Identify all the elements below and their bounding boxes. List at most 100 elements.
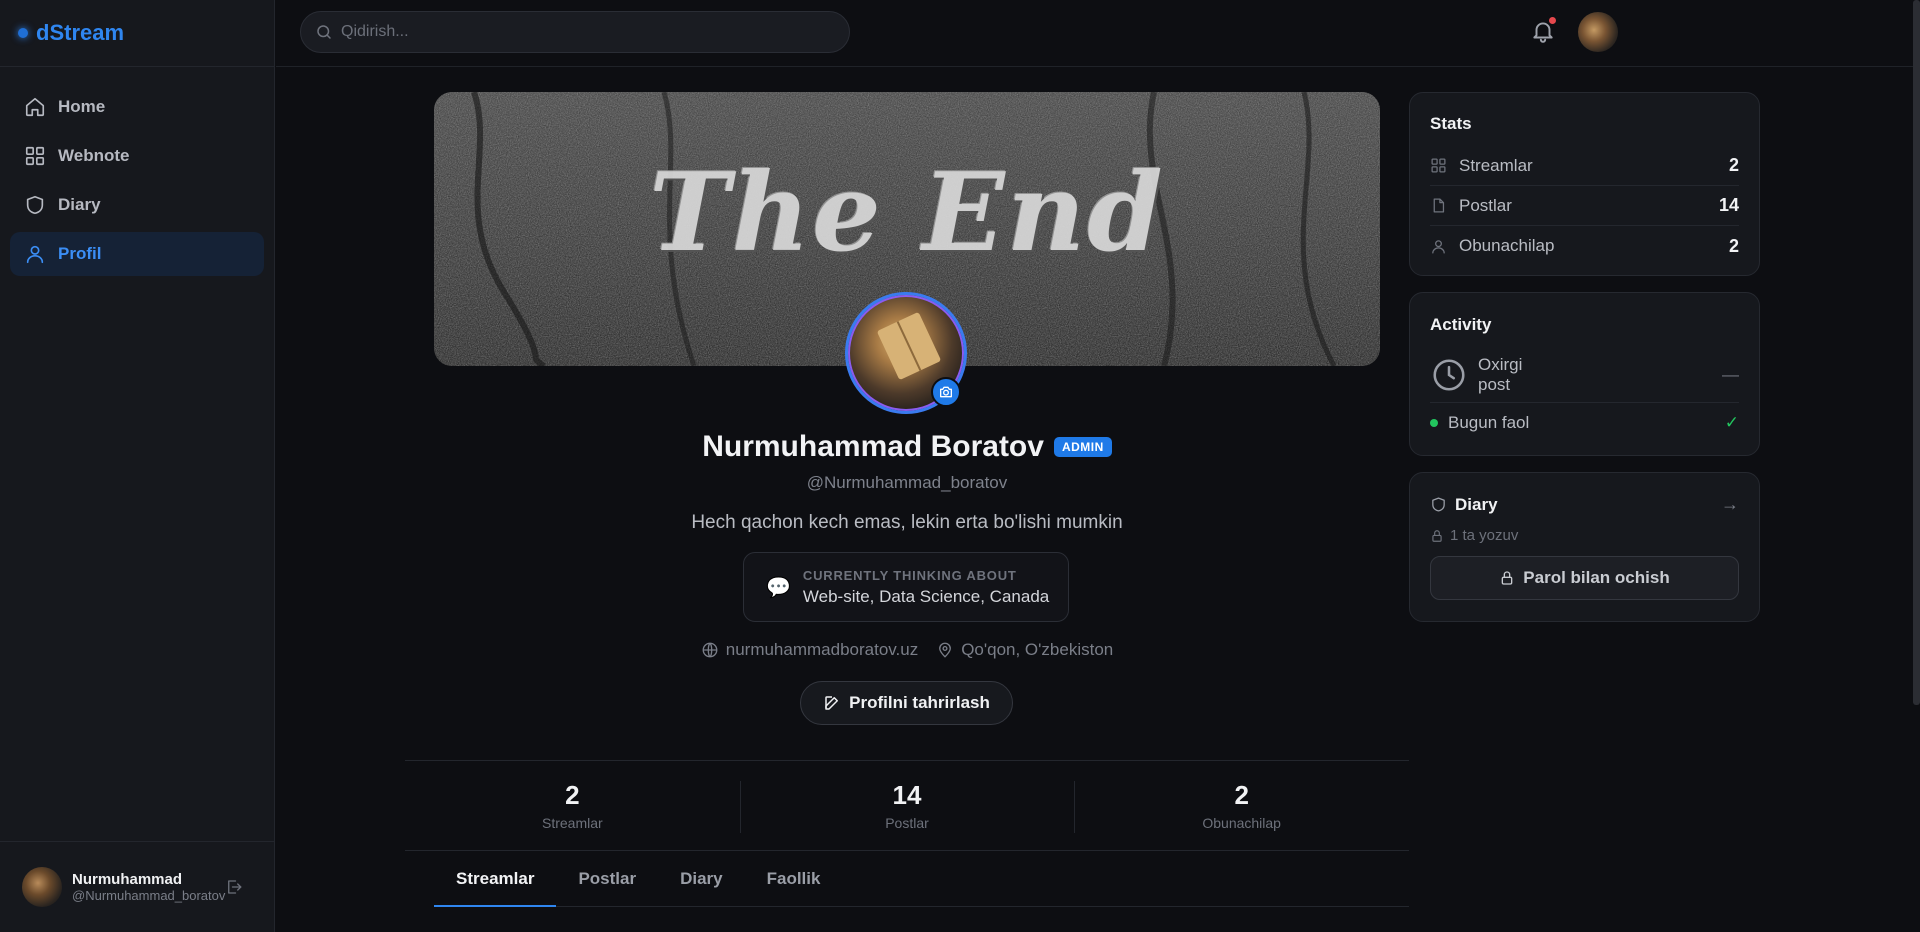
diary-header[interactable]: Diary → (1430, 494, 1739, 515)
profile-stats: 2 Streamlar 14 Postlar 2 Obunachilap (405, 760, 1409, 851)
thinking-label: CURRENTLY THINKING ABOUT (802, 567, 1017, 583)
lock-icon (1432, 529, 1442, 542)
profile-meta: nurmuhammadboratov.uz Qo'qon, O'zbekisto… (434, 640, 1380, 660)
sidebar-user-handle: @Nurmuhammad_boratov (72, 888, 226, 903)
tab-streamlar[interactable]: Streamlar (434, 851, 557, 907)
open-diary-label: Parol bilan ochish (1523, 568, 1670, 587)
edit-profile-label: Profilni tahrirlash (849, 693, 990, 712)
panel-title: Activity (1430, 315, 1492, 334)
map-pin-icon (939, 642, 952, 658)
check-icon: ✓ (1724, 413, 1739, 432)
user-icon (26, 245, 44, 264)
activity-label: Oxirgi post (1478, 354, 1523, 394)
stat-label: Postlar (885, 815, 929, 831)
website-text: nurmuhammadboratov.uz (725, 640, 919, 659)
grid-icon (25, 146, 45, 166)
profile-tabs: Streamlar Postlar Diary Faollik (434, 851, 1409, 907)
activity-value: — (1722, 364, 1739, 384)
logout-icon[interactable] (225, 878, 243, 896)
arrow-right-icon[interactable]: → (1721, 494, 1739, 515)
stat-postlar[interactable]: 14 Postlar (739, 761, 1075, 850)
globe-icon (702, 642, 718, 658)
clock-icon (1433, 358, 1465, 391)
scrollbar[interactable] (1913, 0, 1920, 705)
stat-label: Streamlar (541, 815, 603, 831)
activity-last-post: Oxirgi post — (1430, 347, 1739, 403)
avatar[interactable] (22, 867, 62, 907)
search-icon (317, 25, 331, 39)
change-avatar-button[interactable] (931, 377, 961, 407)
header-avatar[interactable] (1578, 12, 1618, 52)
avatar-book-image (876, 311, 942, 381)
profile-name-row: Nurmuhammad Boratov ADMIN (434, 430, 1380, 464)
sidebar-item-home[interactable]: Home (10, 85, 264, 129)
open-diary-button[interactable]: Parol bilan ochish (1430, 556, 1739, 600)
stats-label: Obunachilap (1459, 236, 1555, 255)
tab-postlar[interactable]: Postlar (556, 851, 658, 907)
speech-bubble-icon: 💬 (766, 576, 791, 599)
sidebar-nav: Home Webnote Diary Profil (0, 67, 274, 299)
stat-streamlar[interactable]: 2 Streamlar (405, 761, 740, 850)
activity-label: Bugun faol (1448, 413, 1530, 432)
file-icon (1433, 198, 1445, 213)
stat-value: 14 (892, 780, 922, 810)
stat-obunachilap[interactable]: 2 Obunachilap (1074, 761, 1409, 850)
stats-value: 2 (1728, 235, 1739, 256)
shield-icon (1432, 497, 1445, 512)
admin-badge: ADMIN (1053, 437, 1112, 457)
home-icon (25, 97, 45, 117)
camera-icon (940, 386, 952, 398)
stats-label: Postlar (1459, 195, 1512, 215)
activity-panel: Activity Oxirgi post — Bugun faol ✓ (1409, 292, 1760, 456)
tab-faollik[interactable]: Faollik (745, 851, 843, 907)
tab-diary[interactable]: Diary (658, 851, 745, 907)
brand-name: dStream (36, 20, 125, 45)
shield-icon (26, 195, 44, 215)
diary-count-text: 1 ta yozuv (1450, 527, 1519, 544)
sidebar-item-label: Webnote (58, 146, 130, 165)
grid-icon (1431, 158, 1446, 173)
stat-value: 2 (1234, 780, 1249, 810)
profile-handle: @Nurmuhammad_boratov (806, 473, 1008, 492)
stats-panel: Stats Streamlar 2 Postlar 14 Obunachilap… (1409, 92, 1760, 276)
search-input[interactable] (341, 23, 821, 41)
location-text: Qo'qon, O'zbekiston (961, 640, 1114, 659)
panel-title: Diary (1455, 494, 1498, 514)
profile-bio: Hech qachon kech emas, lekin erta bo'lis… (691, 512, 1123, 533)
sidebar-item-diary[interactable]: Diary (10, 183, 264, 227)
notification-dot (1549, 17, 1556, 24)
sidebar-item-webnote[interactable]: Webnote (10, 134, 264, 178)
location: Qo'qon, O'zbekiston (936, 640, 1113, 660)
cover-title: The End (649, 150, 1165, 276)
diary-panel: Diary → 1 ta yozuv Parol bilan ochish (1409, 472, 1760, 622)
brand[interactable]: dStream (0, 0, 274, 67)
website-link[interactable]: nurmuhammadboratov.uz (701, 640, 918, 660)
sidebar: dStream Home Webnote Diary Profil Nurmuh… (0, 0, 275, 932)
stat-value: 2 (565, 780, 580, 810)
sidebar-item-label: Profil (58, 244, 102, 263)
sidebar-user-info: Nurmuhammad @Nurmuhammad_boratov (72, 871, 225, 903)
thinking-card: 💬 CURRENTLY THINKING ABOUT Web-site, Dat… (743, 552, 1069, 622)
stats-row-obunachilap: Obunachilap 2 (1430, 226, 1739, 266)
search-bar (300, 11, 850, 53)
stat-label: Obunachilap (1202, 815, 1281, 831)
stats-row-streamlar: Streamlar 2 (1430, 146, 1739, 186)
user-icon (1432, 239, 1445, 254)
edit-icon (825, 696, 839, 710)
sidebar-user-card: Nurmuhammad @Nurmuhammad_boratov (0, 841, 275, 932)
activity-today: Bugun faol ✓ (1430, 403, 1739, 443)
thinking-value: Web-site, Data Science, Canada (802, 586, 1050, 606)
stats-value: 2 (1728, 155, 1739, 175)
stats-label: Streamlar (1459, 155, 1533, 175)
stats-value: 14 (1718, 195, 1739, 215)
topbar (276, 0, 1920, 67)
sidebar-item-label: Home (58, 97, 106, 116)
diary-count: 1 ta yozuv (1430, 527, 1739, 544)
sidebar-user-name: Nurmuhammad (72, 871, 183, 888)
panel-title: Stats (1430, 114, 1472, 133)
sidebar-item-profil[interactable]: Profil (10, 232, 264, 276)
edit-profile-button[interactable]: Profilni tahrirlash (800, 681, 1013, 725)
stats-row-postlar: Postlar 14 (1430, 186, 1739, 226)
lock-icon (1501, 571, 1513, 585)
profile-name: Nurmuhammad Boratov (702, 430, 1044, 463)
